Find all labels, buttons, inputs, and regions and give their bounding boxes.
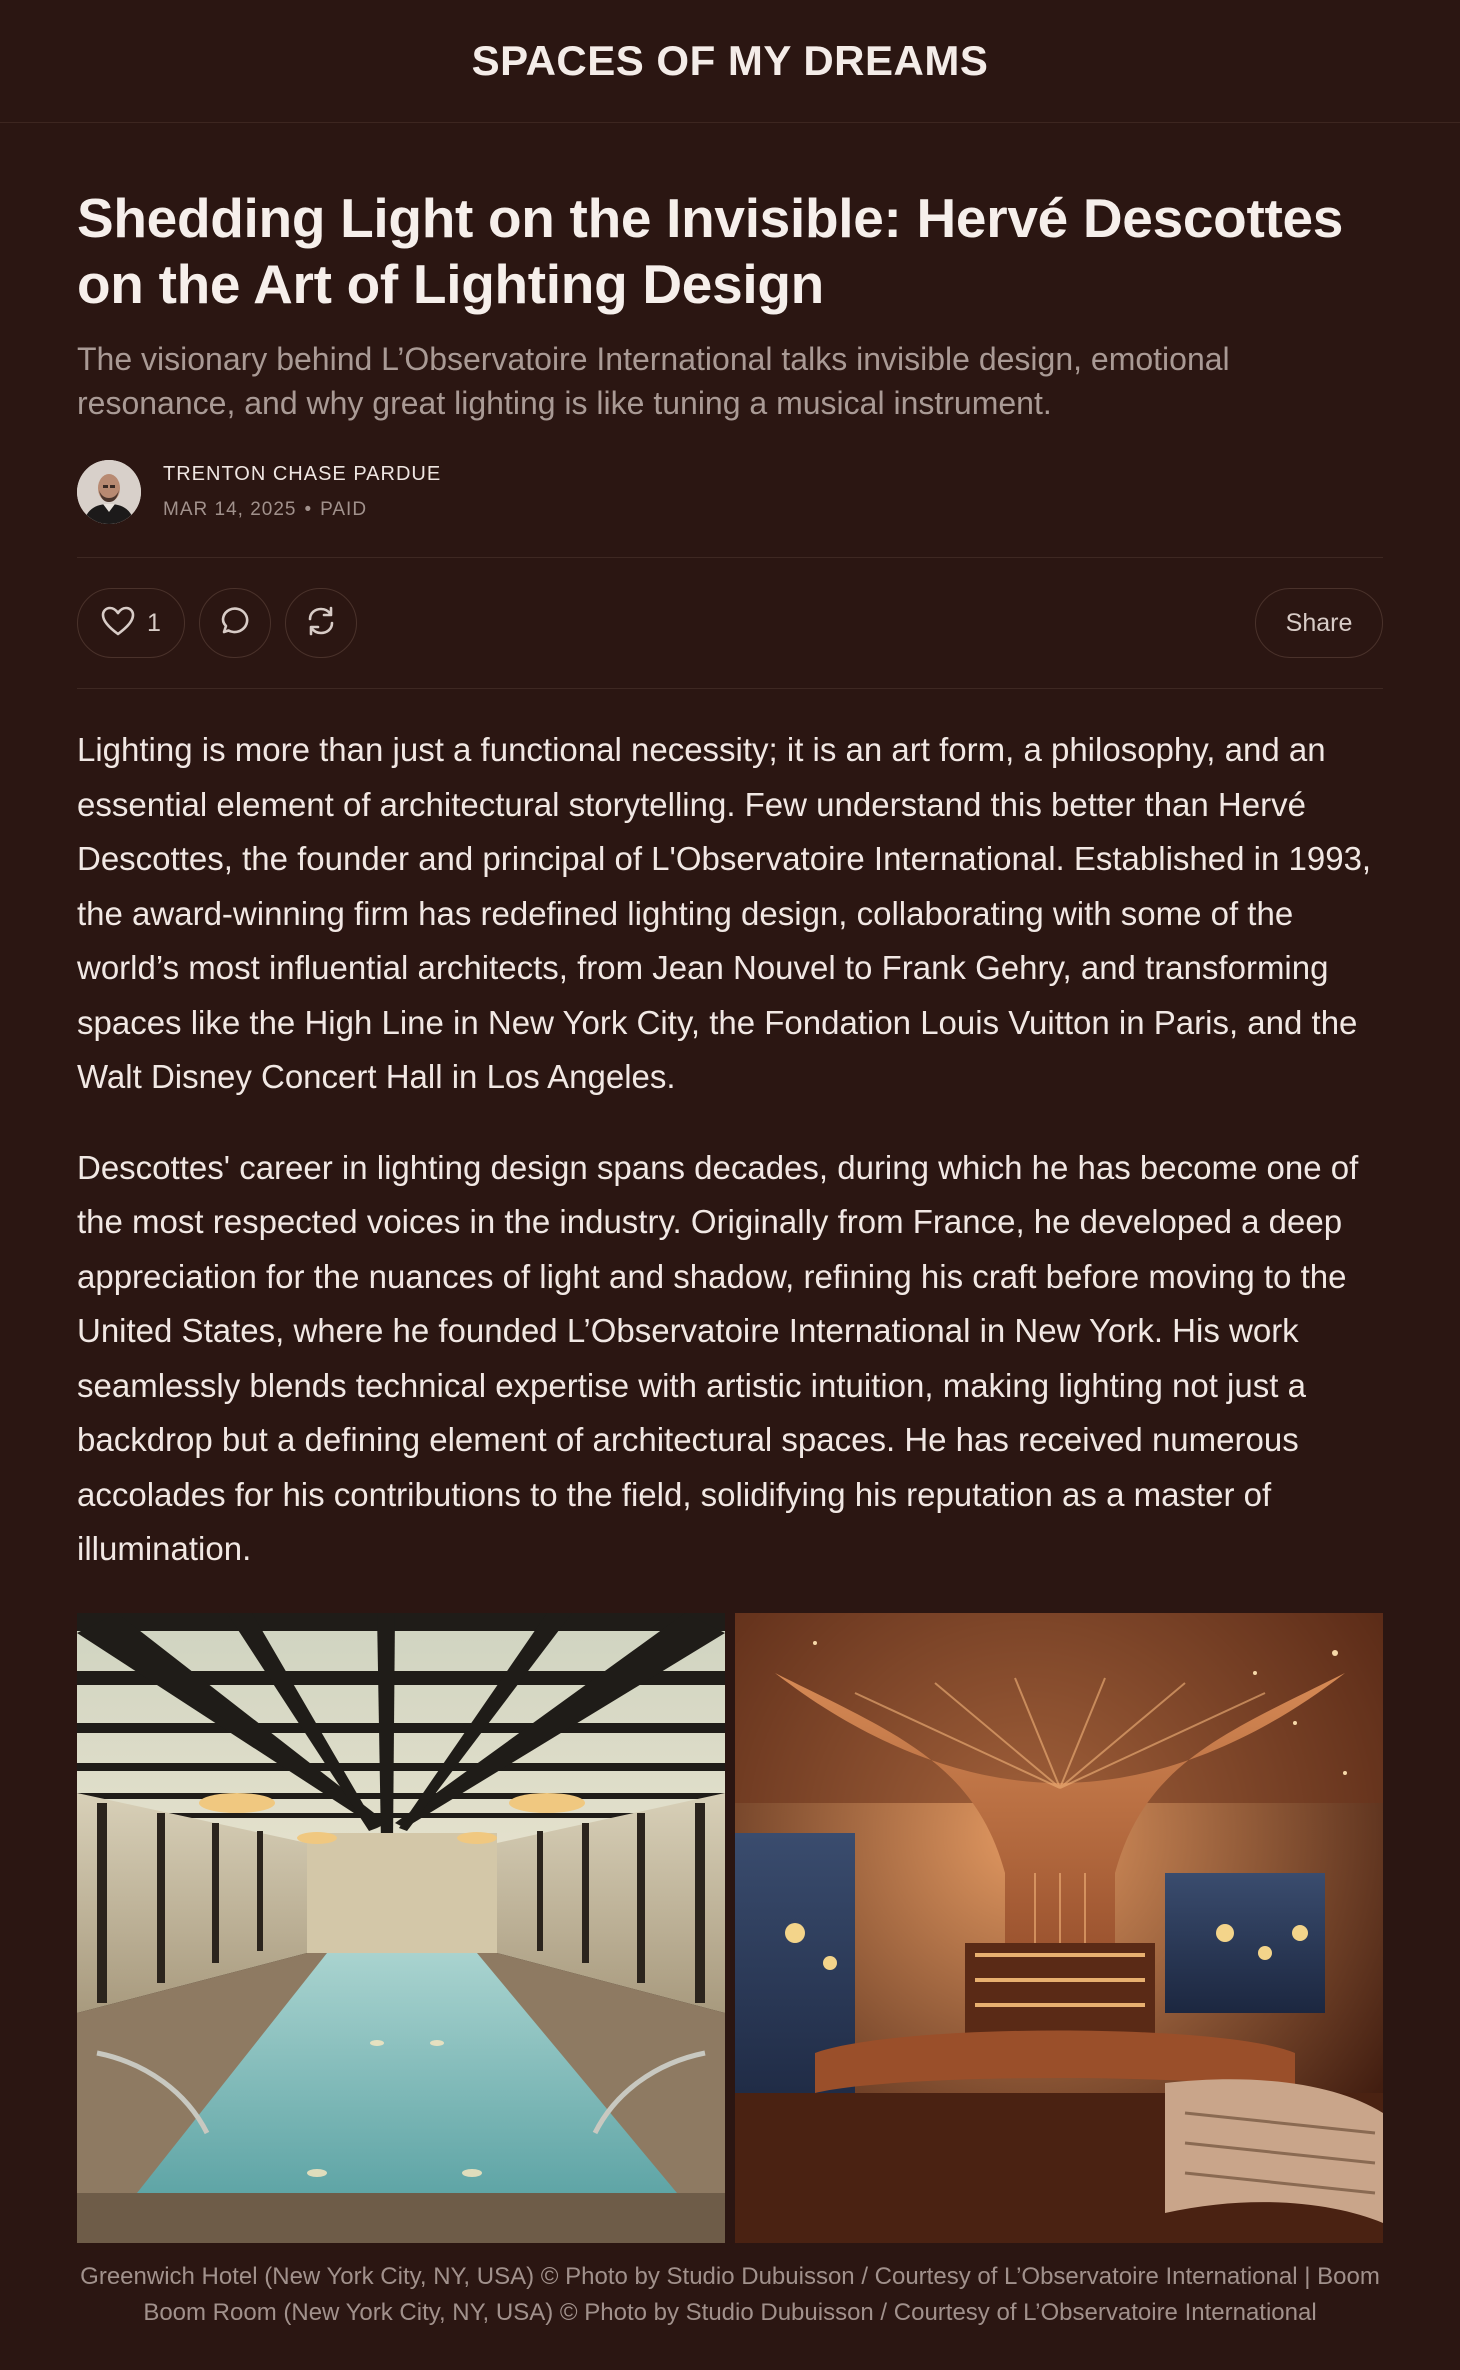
post-date: MAR 14, 2025	[163, 499, 297, 520]
restack-button[interactable]	[285, 588, 357, 658]
article-subtitle: The visionary behind L’Observatoire Inte…	[77, 341, 1230, 421]
article-body: Lighting is more than just a functional …	[77, 723, 1383, 1577]
comment-icon	[218, 604, 252, 643]
paragraph: Lighting is more than just a functional …	[77, 731, 1372, 1095]
article-title: Shedding Light on the Invisible: Hervé D…	[77, 187, 1344, 315]
restack-icon	[304, 604, 338, 643]
paragraph: Descottes' career in lighting design spa…	[77, 1148, 1359, 1568]
heart-icon	[101, 606, 135, 641]
byline: TRENTON CHASE PARDUE MAR 14, 2025 • PAID	[77, 459, 1383, 525]
like-count: 1	[147, 608, 161, 637]
image-gallery	[77, 1612, 1383, 2243]
author-avatar[interactable]	[77, 460, 141, 524]
meta-separator: •	[304, 499, 313, 520]
author-name[interactable]: TRENTON CHASE PARDUE	[163, 461, 441, 487]
share-button[interactable]: Share	[1255, 588, 1383, 658]
action-bar: 1 Share	[77, 558, 1383, 688]
gallery-caption: Greenwich Hotel (New York City, NY, USA)…	[80, 2262, 1380, 2326]
article-container: Shedding Light on the Invisible: Hervé D…	[0, 185, 1460, 2331]
publication-title[interactable]: SPACES OF MY DREAMS	[472, 37, 989, 85]
post-meta: MAR 14, 2025 • PAID	[163, 497, 441, 523]
like-button[interactable]: 1	[77, 588, 185, 658]
comment-button[interactable]	[199, 588, 271, 658]
access-badge: PAID	[320, 499, 368, 520]
divider-bottom	[77, 688, 1383, 689]
greenwich-hotel-pool-photo[interactable]	[77, 1612, 725, 2243]
boom-boom-room-photo[interactable]	[735, 1612, 1383, 2243]
publication-header: SPACES OF MY DREAMS	[0, 0, 1460, 123]
